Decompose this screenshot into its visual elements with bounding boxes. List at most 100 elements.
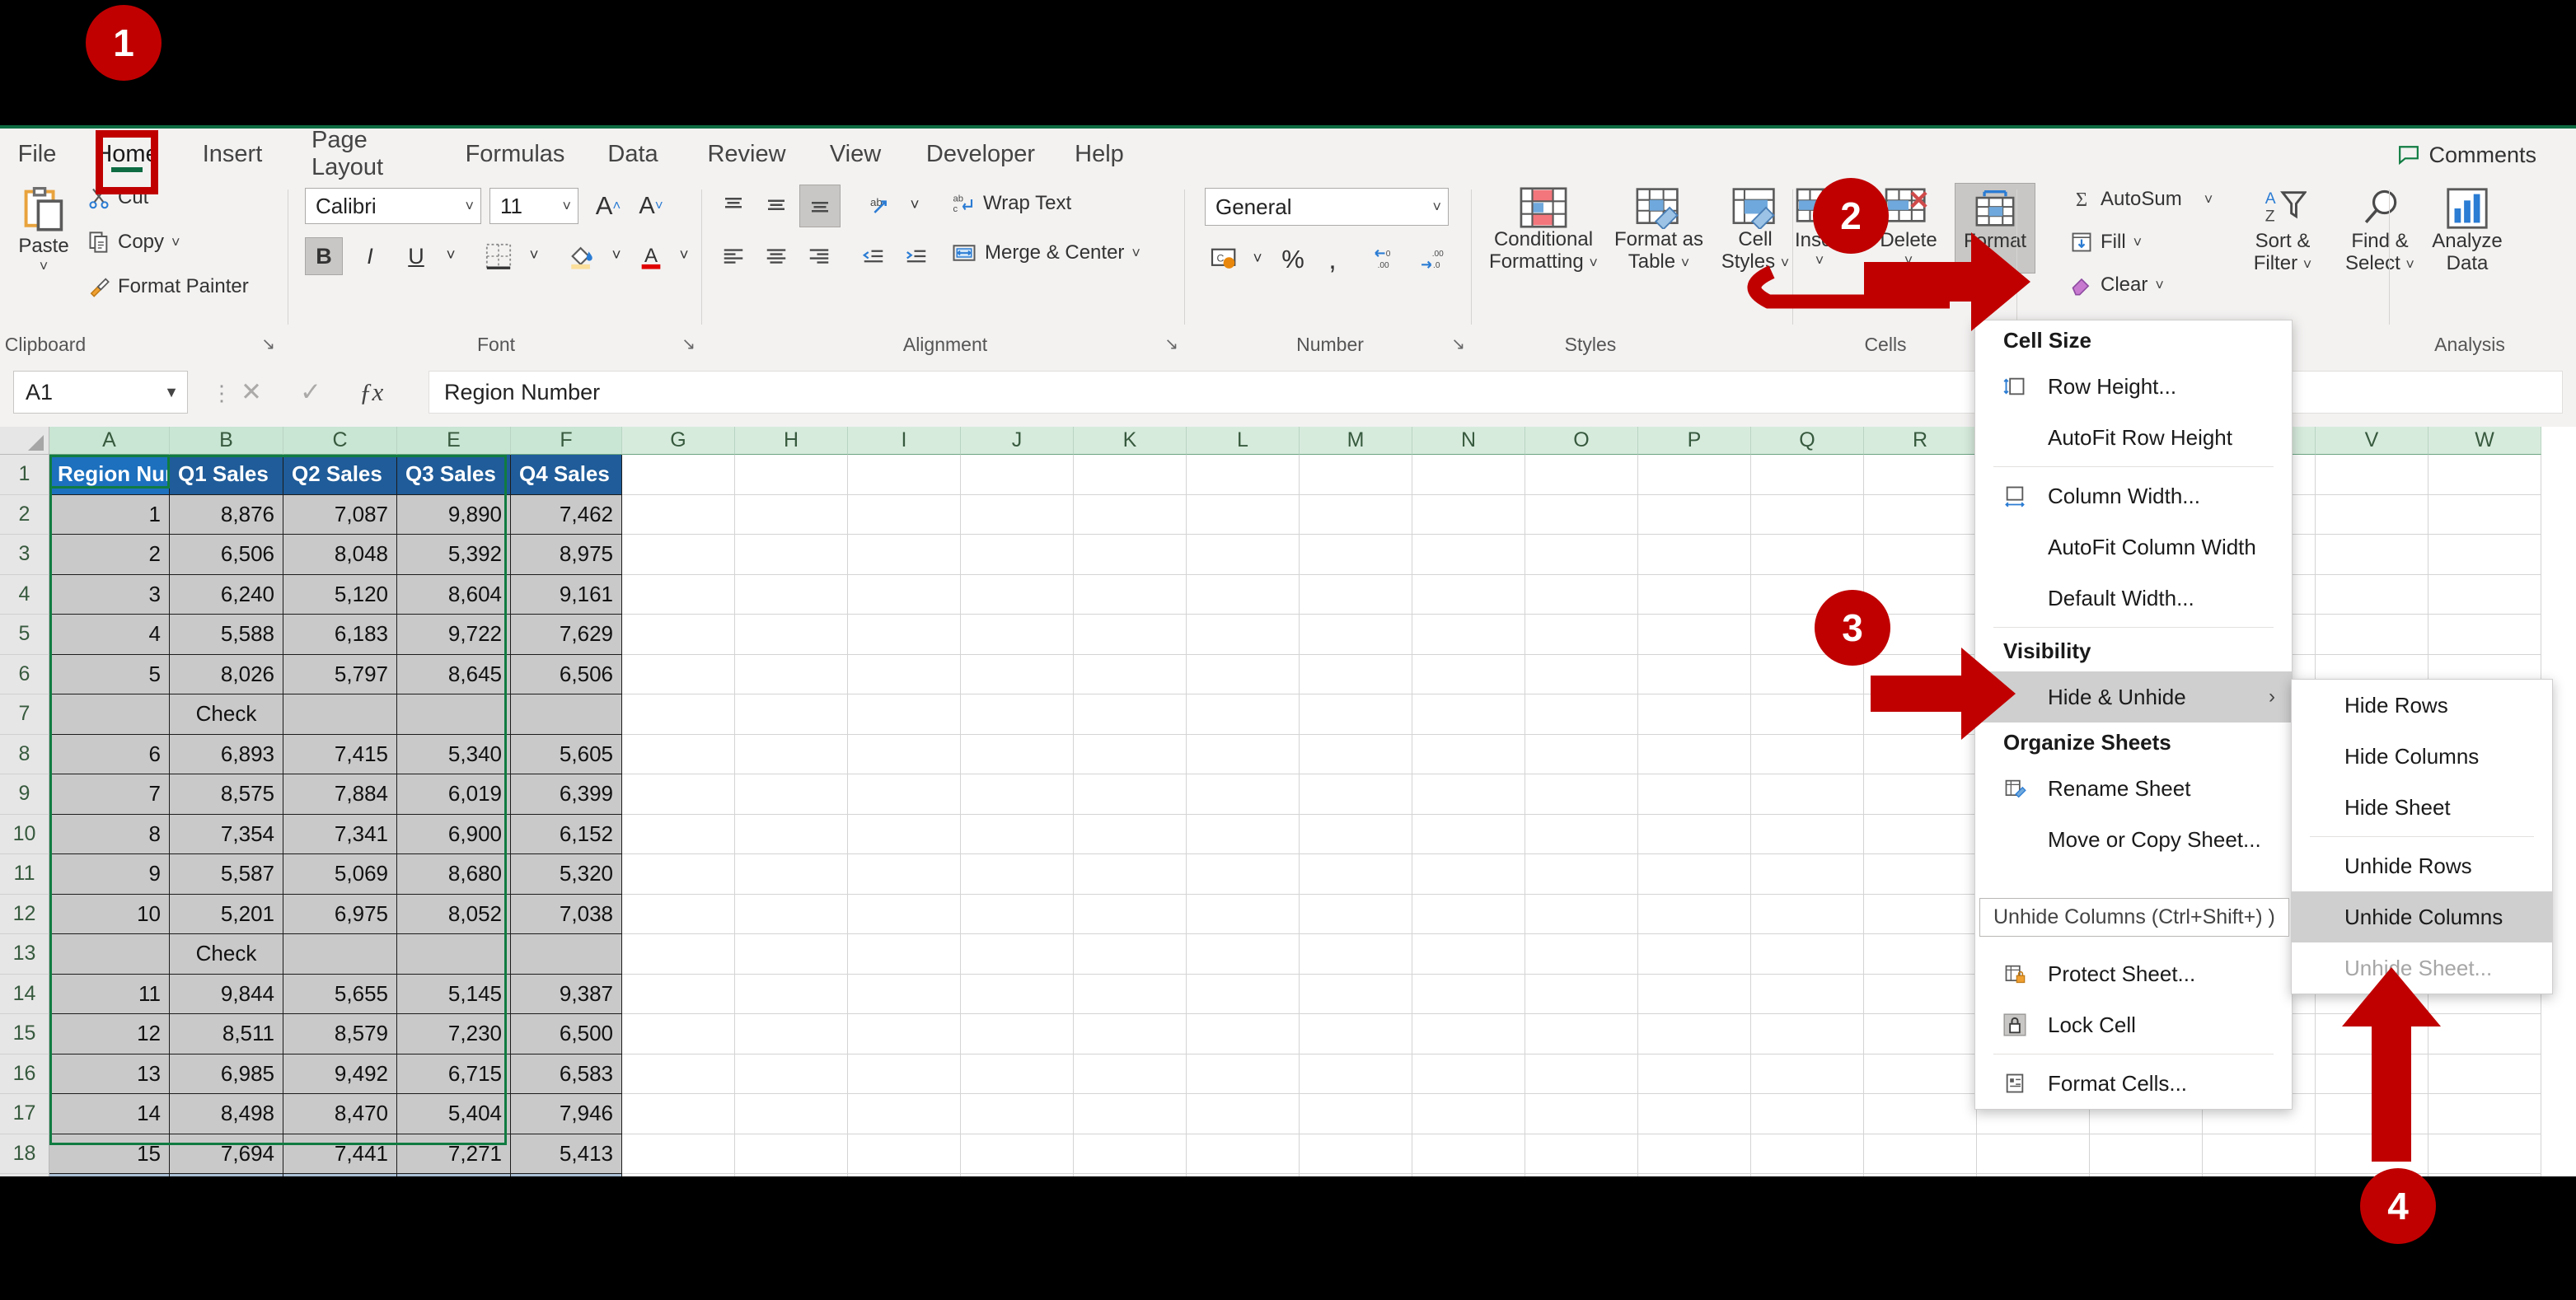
column-header-c[interactable]: C — [283, 427, 397, 455]
grid-cell[interactable] — [1864, 654, 1977, 694]
format-cells-chevron-icon[interactable]: ˅ — [1991, 253, 2000, 269]
grid-cell[interactable] — [961, 694, 1074, 735]
row-header-8[interactable]: 8 — [0, 734, 49, 774]
grid-cell[interactable] — [1074, 1094, 1187, 1134]
copy-button[interactable]: Copy ˅ — [87, 231, 180, 254]
grid-cell[interactable]: Q4 Sales — [511, 455, 622, 495]
grid-cell[interactable] — [1300, 694, 1412, 735]
menu-item-autofit-row-height[interactable]: AutoFit Row Height — [1975, 412, 2292, 463]
grid-cell[interactable] — [622, 1134, 735, 1174]
grid-cell[interactable] — [1412, 455, 1525, 495]
grid-cell[interactable] — [735, 494, 848, 535]
grid-cell[interactable] — [848, 615, 961, 655]
menu-item-column-width[interactable]: Column Width... — [1975, 470, 2292, 521]
grid-cell[interactable]: 6,506 — [511, 654, 622, 694]
clear-button[interactable]: Clear ˅ — [2070, 274, 2164, 297]
grid-cell[interactable] — [283, 934, 397, 975]
grid-cell[interactable] — [1525, 734, 1638, 774]
grid-cell[interactable] — [1751, 814, 1864, 854]
cancel-entry-icon[interactable]: ✕ — [241, 377, 262, 407]
grid-cell[interactable] — [961, 854, 1074, 895]
grid-cell[interactable] — [735, 934, 848, 975]
grid-cell[interactable]: 9 — [49, 854, 170, 895]
grid-cell[interactable] — [1300, 974, 1412, 1014]
grid-cell[interactable] — [2316, 1134, 2428, 1174]
grid-cell[interactable]: Q1 Sales — [170, 455, 283, 495]
grid-cell[interactable] — [1412, 774, 1525, 815]
grid-cell[interactable] — [735, 1134, 848, 1174]
grid-cell[interactable] — [1638, 1174, 1751, 1176]
grid-cell[interactable] — [2428, 1054, 2541, 1094]
grid-cell[interactable]: 7,038 — [511, 894, 622, 934]
grid-cell[interactable] — [1412, 494, 1525, 535]
grid-cell[interactable] — [961, 455, 1074, 495]
row-header-2[interactable]: 2 — [0, 494, 49, 535]
grid-cell[interactable]: 6 — [49, 734, 170, 774]
grid-cell[interactable] — [1187, 494, 1300, 535]
grid-cell[interactable] — [1638, 774, 1751, 815]
grid-cell[interactable]: 14 — [49, 1094, 170, 1134]
grid-cell[interactable]: 5,392 — [397, 535, 511, 575]
grid-cell[interactable] — [1074, 734, 1187, 774]
grid-cell[interactable]: 5,404 — [397, 1094, 511, 1134]
grid-cell[interactable] — [1074, 774, 1187, 815]
tab-file[interactable]: File — [12, 129, 63, 180]
grid-cell[interactable] — [2316, 1054, 2428, 1094]
grid-cell[interactable] — [511, 694, 622, 735]
grid-cell[interactable]: 9,890 — [397, 494, 511, 535]
grid-cell[interactable] — [1074, 854, 1187, 895]
grid-cell[interactable] — [1074, 934, 1187, 975]
grid-cell[interactable] — [961, 1134, 1074, 1174]
tab-home[interactable]: Home — [95, 129, 159, 180]
grid-cell[interactable]: 5 — [49, 654, 170, 694]
grid-cell[interactable] — [1638, 694, 1751, 735]
grid-cell[interactable] — [1751, 1174, 1864, 1176]
grid-cell[interactable]: 6,500 — [511, 1014, 622, 1054]
grid-cell[interactable] — [1187, 1054, 1300, 1094]
merge-center-button[interactable]: Merge & Center ˅ — [951, 241, 1140, 265]
grid-cell[interactable] — [961, 814, 1074, 854]
grid-cell[interactable] — [49, 934, 170, 975]
grid-cell[interactable] — [1638, 854, 1751, 895]
grid-cell[interactable] — [848, 1054, 961, 1094]
grid-cell[interactable] — [1638, 894, 1751, 934]
grid-cell[interactable]: 9,844 — [170, 974, 283, 1014]
grid-cell[interactable] — [1074, 814, 1187, 854]
grid-cell[interactable]: 8,680 — [397, 854, 511, 895]
enter-entry-icon[interactable]: ✓ — [300, 377, 321, 407]
grid-cell[interactable] — [1525, 1094, 1638, 1134]
grid-cell[interactable]: 8,026 — [170, 654, 283, 694]
grid-cell[interactable] — [283, 694, 397, 735]
borders-chevron-icon[interactable]: ˅ — [522, 237, 546, 275]
wrap-text-button[interactable]: ab c Wrap Text — [951, 191, 1072, 216]
grid-cell[interactable] — [1074, 455, 1187, 495]
tab-data[interactable]: Data — [602, 129, 664, 180]
grid-cell[interactable] — [1525, 814, 1638, 854]
grid-cell[interactable] — [1300, 455, 1412, 495]
fill-color-chevron-icon[interactable]: ˅ — [605, 237, 628, 275]
grid-cell[interactable]: 1,09,009 — [397, 1174, 511, 1176]
align-left-button[interactable] — [714, 237, 753, 275]
column-header-r[interactable]: R — [1864, 427, 1977, 455]
grid-cell[interactable]: 6,240 — [170, 574, 283, 615]
grid-cell[interactable] — [735, 734, 848, 774]
grid-cell[interactable]: 2 — [49, 535, 170, 575]
grid-cell[interactable] — [961, 974, 1074, 1014]
sort-filter-button[interactable]: A Z Sort & Filter ˅ — [2236, 186, 2329, 275]
grid-cell[interactable] — [622, 814, 735, 854]
grid-cell[interactable] — [622, 535, 735, 575]
grid-cell[interactable] — [2316, 494, 2428, 535]
grid-cell[interactable] — [961, 494, 1074, 535]
grid-cell[interactable] — [622, 774, 735, 815]
alignment-dialog-launcher-icon[interactable]: ↘ — [1164, 334, 1178, 354]
decrease-font-size-button[interactable]: A ˅ — [633, 188, 669, 224]
grid-cell[interactable] — [1864, 494, 1977, 535]
percent-style-button[interactable]: % — [1274, 241, 1312, 278]
grid-cell[interactable]: 8 — [49, 814, 170, 854]
grid-cell[interactable]: 15 — [49, 1134, 170, 1174]
grid-cell[interactable] — [961, 535, 1074, 575]
grid-cell[interactable] — [1638, 1094, 1751, 1134]
select-all-corner[interactable] — [0, 427, 49, 455]
grid-cell[interactable]: 5,201 — [170, 894, 283, 934]
grid-cell[interactable] — [2428, 494, 2541, 535]
